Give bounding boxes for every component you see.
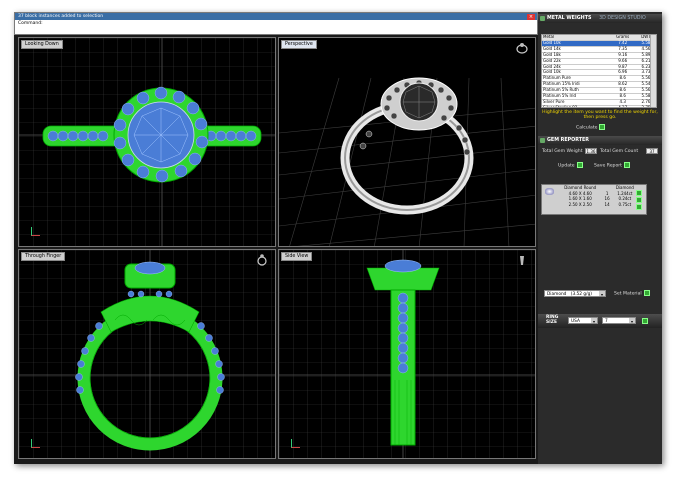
gem-row-go-icon[interactable] xyxy=(636,190,642,196)
set-material-go-icon[interactable] xyxy=(643,290,650,296)
ring-perspective-render xyxy=(340,77,474,215)
total-gem-weight-value: 1.36 xyxy=(585,148,597,154)
viewport-looking-down[interactable]: Looking Down xyxy=(18,37,276,247)
gem-row-go-icon[interactable] xyxy=(636,197,642,203)
table-cell: 0.75ct xyxy=(618,201,632,207)
ring-size-value-select[interactable]: 7 ▾ xyxy=(602,317,636,324)
update-label: Update xyxy=(558,163,575,169)
command-area[interactable]: 37 block instances added to selection Co… xyxy=(14,12,538,35)
table-cell: 2.50 X 2.50 xyxy=(568,201,592,207)
metal-weights-subtitle: 3D DESIGN STUDIO xyxy=(599,16,646,21)
viewport-title[interactable]: Through Finger xyxy=(21,252,66,261)
metal-weights-title: METAL WEIGHTS xyxy=(547,16,592,21)
viewport-side-view[interactable]: Side View xyxy=(278,249,536,459)
material-select[interactable]: Diamond (3.52 g/g) ▾ xyxy=(544,290,606,297)
viewport-title[interactable]: Side View xyxy=(281,252,313,261)
update-button[interactable]: Update xyxy=(558,162,583,169)
table-cell: Silver Sterling 92 xyxy=(542,105,610,107)
go-icon[interactable] xyxy=(599,124,606,130)
material-select-detail: (3.52 g/g) xyxy=(570,292,592,297)
set-material-button[interactable]: Set Material xyxy=(614,290,650,297)
gem-table-row[interactable]: 2.50 X 2.50 14 0.75ct xyxy=(558,202,638,208)
right-panel: METAL WEIGHTS 3D DESIGN STUDIO Metal Gra… xyxy=(538,12,662,464)
ring-size-go-icon[interactable] xyxy=(642,318,648,324)
metal-weights-icon xyxy=(540,16,545,21)
metal-instruction: Highlight the item you want to find the … xyxy=(542,110,658,120)
total-gem-count-value: 37 xyxy=(646,148,658,154)
calculate-button[interactable]: Calculate xyxy=(576,124,606,131)
save-report-go-icon[interactable] xyxy=(623,162,630,168)
axis-indicator xyxy=(31,227,40,236)
ring-side-view xyxy=(366,259,440,446)
ring-size-label: RING SIZE xyxy=(546,315,558,325)
chevron-down-icon[interactable]: ▾ xyxy=(629,318,635,324)
table-cell: 4.27 xyxy=(609,105,636,107)
axis-indicator xyxy=(31,439,40,448)
viewport-title[interactable]: Perspective xyxy=(281,40,317,49)
save-report-button[interactable]: Save Report xyxy=(594,162,630,169)
gem-reporter-icon xyxy=(540,138,545,143)
ring-navigation-icon[interactable] xyxy=(255,254,269,266)
gem-row-buttons xyxy=(636,190,644,211)
calculate-label: Calculate xyxy=(576,125,598,131)
ring-size-label-line2: SIZE xyxy=(546,320,557,325)
total-gem-count-label: Total Gem Count xyxy=(600,149,639,154)
ring-front-view xyxy=(75,261,225,451)
ring-navigation-icon[interactable] xyxy=(515,42,529,54)
ring-size-bar: RING SIZE USA ▾ 7 ▾ xyxy=(538,314,662,328)
command-prompt[interactable]: Command: xyxy=(15,20,537,27)
table-row[interactable]: Silver Sterling 92 4.27 2.75 xyxy=(542,105,656,107)
total-gem-weight-label: Total Gem Weight xyxy=(542,149,583,154)
metal-weights-table[interactable]: Metal Grams DWT Gold 10k 7.42 5.58 Gold 14k… xyxy=(541,34,657,108)
update-go-icon[interactable] xyxy=(576,162,583,168)
viewport-through-finger[interactable]: Through Finger xyxy=(18,249,276,459)
command-history-line: 37 block instances added to selection xyxy=(15,13,537,20)
viewport-perspective[interactable]: Perspective xyxy=(278,37,536,247)
diamond-icon xyxy=(545,188,554,195)
gem-reporter-title: GEM REPORTER xyxy=(547,138,589,143)
axis-indicator xyxy=(291,439,300,448)
gem-table[interactable]: Diamond Round Diamond 4.60 X 4.60 1 1.244c… xyxy=(541,184,647,215)
ring-navigation-icon[interactable] xyxy=(515,254,529,266)
chevron-down-icon[interactable]: ▾ xyxy=(591,318,597,324)
ring-size-standard-select[interactable]: USA ▾ xyxy=(568,317,598,324)
ring-size-value: 7 xyxy=(605,319,608,324)
close-icon[interactable]: × xyxy=(527,14,535,20)
column-header: Diamond Round xyxy=(564,185,597,190)
save-report-label: Save Report xyxy=(594,163,622,169)
metal-weights-header: METAL WEIGHTS 3D DESIGN STUDIO xyxy=(538,14,662,23)
gem-row-go-icon[interactable] xyxy=(636,204,642,210)
ring-top-view xyxy=(42,86,262,183)
gem-reporter-header: GEM REPORTER xyxy=(538,136,662,145)
set-material-label: Set Material xyxy=(614,291,642,297)
ring-size-standard-value: USA xyxy=(571,319,580,324)
material-select-value: Diamond xyxy=(547,292,567,297)
scrollbar[interactable] xyxy=(650,35,656,107)
table-cell: 14 xyxy=(604,201,610,207)
chevron-down-icon[interactable]: ▾ xyxy=(599,291,605,297)
viewport-title[interactable]: Looking Down xyxy=(21,40,63,49)
